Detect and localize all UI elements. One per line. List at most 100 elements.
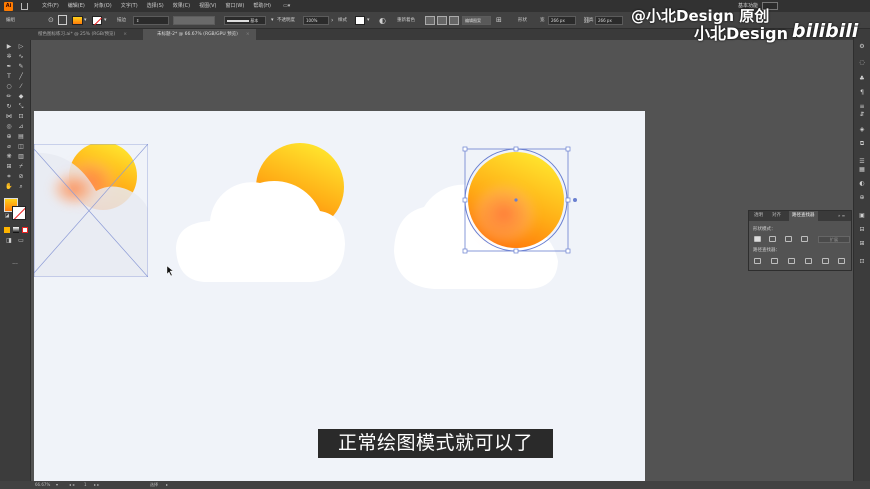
weather-icon-2[interactable]: [176, 143, 345, 282]
ellipse-tool-icon[interactable]: ○: [5, 83, 13, 90]
blend-tool-icon[interactable]: ◫: [17, 143, 25, 150]
close-icon[interactable]: ×: [246, 32, 250, 37]
menu-object[interactable]: 对象(O): [94, 0, 112, 12]
mesh-tool-icon[interactable]: ⊕: [5, 133, 13, 140]
divide-button[interactable]: [754, 258, 761, 264]
unite-button[interactable]: [754, 236, 761, 242]
shape-builder-icon[interactable]: ◎: [5, 123, 13, 130]
menu-help[interactable]: 帮助(H): [253, 0, 271, 12]
chevron-down-icon[interactable]: ▾: [271, 12, 274, 29]
stroke-color-swatch[interactable]: [12, 206, 26, 220]
artboard-tool-icon[interactable]: ⊞: [5, 163, 13, 170]
pen-tool-icon[interactable]: ✒: [5, 63, 13, 70]
minus-front-button[interactable]: [769, 236, 776, 242]
menu-edit[interactable]: 编辑(E): [68, 0, 85, 12]
variable-width-field[interactable]: [173, 16, 215, 25]
default-colors-icon[interactable]: ◪: [3, 213, 11, 220]
curvature-tool-icon[interactable]: ✎: [17, 63, 25, 70]
recolor-artwork-icon[interactable]: ◐: [379, 12, 386, 29]
opacity-field[interactable]: 100%: [303, 16, 329, 25]
menu-type[interactable]: 文字(T): [121, 0, 138, 12]
width-field[interactable]: 266 px: [548, 16, 576, 25]
distribute-icon[interactable]: [449, 16, 459, 25]
rotate-tool-icon[interactable]: ↻: [5, 103, 13, 110]
eraser-icon[interactable]: ⊘: [17, 173, 25, 180]
minus-back-button[interactable]: [838, 258, 845, 264]
transparency-icon[interactable]: ◐: [858, 180, 866, 187]
menu-view[interactable]: 视图(V): [199, 0, 216, 12]
pencil-tool-icon[interactable]: ✏: [5, 93, 13, 100]
crop-icon[interactable]: ⌗: [5, 173, 13, 180]
crop-button[interactable]: [805, 258, 812, 264]
artboard-number[interactable]: 1: [84, 481, 87, 489]
weather-icon-3[interactable]: [394, 146, 577, 289]
isolate-icon[interactable]: [58, 15, 67, 25]
paintbrush-icon[interactable]: ⁄: [17, 83, 25, 90]
close-icon[interactable]: ×: [123, 32, 127, 37]
intersect-button[interactable]: [785, 236, 792, 242]
weather-icon-1[interactable]: [34, 142, 151, 277]
pathfinder-icon[interactable]: ▣: [858, 212, 866, 219]
artboard-nav-icon[interactable]: ◂ ◂: [69, 481, 74, 489]
align-panel-icon[interactable]: ⊟: [858, 226, 866, 233]
gradient-mode-icon[interactable]: [13, 227, 19, 233]
lasso-icon[interactable]: ∿: [17, 53, 25, 60]
scale-tool-icon[interactable]: ⤡: [17, 103, 25, 110]
menu-effect[interactable]: 效果(C): [173, 0, 190, 12]
stroke-swatch[interactable]: [92, 16, 102, 26]
symbols-icon[interactable]: ¶: [858, 89, 866, 96]
tab-transparency[interactable]: 透明: [754, 211, 763, 221]
chevron-down-icon[interactable]: ▾: [84, 12, 87, 29]
height-field[interactable]: 266 px: [595, 16, 623, 25]
width-tool-icon[interactable]: ⋈: [5, 113, 13, 120]
chevron-down-icon[interactable]: ▾: [104, 12, 107, 29]
exclude-button[interactable]: [801, 236, 808, 242]
fill-swatch[interactable]: [72, 16, 83, 25]
arrange-documents-icon[interactable]: ▭▾: [283, 0, 290, 12]
opacity-label[interactable]: 不透明度: [277, 12, 295, 29]
chevron-right-icon[interactable]: ›: [331, 12, 333, 29]
artboard-next-icon[interactable]: ▸ ▸: [94, 481, 99, 489]
tab-align[interactable]: 对齐: [772, 211, 781, 221]
stroke-panel-icon[interactable]: ☰: [858, 158, 866, 165]
slice-tool-icon[interactable]: ⌿: [17, 163, 25, 170]
type-tool-icon[interactable]: T: [5, 73, 13, 80]
zoom-level[interactable]: 66.67%: [35, 481, 50, 489]
eyedropper-icon[interactable]: ⌀: [5, 143, 13, 150]
eraser-tool-icon[interactable]: ◆: [17, 93, 25, 100]
artboard[interactable]: [34, 111, 645, 481]
brushes-icon[interactable]: ♣: [858, 75, 866, 82]
graphic-styles-icon[interactable]: ⊞: [858, 240, 866, 247]
draw-normal-icon[interactable]: ◨: [5, 237, 13, 244]
chevron-down-icon[interactable]: ▾: [56, 481, 58, 489]
chevron-right-icon[interactable]: ▸: [166, 481, 168, 489]
shape-label[interactable]: 形状: [518, 12, 527, 29]
perspective-grid-icon[interactable]: ⊿: [17, 123, 25, 130]
more-tools-icon[interactable]: ···: [11, 261, 19, 268]
transform-icon[interactable]: ⊞: [496, 12, 502, 29]
align-icon[interactable]: [437, 16, 447, 25]
tab-document-2[interactable]: 未标题-2* @ 66.67% (RGB/GPU 预览) ×: [143, 29, 256, 40]
color-mode-icon[interactable]: [4, 227, 10, 233]
outline-button[interactable]: [822, 258, 829, 264]
menu-select[interactable]: 选择(S): [147, 0, 164, 12]
align-to-icon[interactable]: [425, 16, 435, 25]
graphic-style-swatch[interactable]: [355, 16, 365, 25]
transform-panel-icon[interactable]: ≡: [858, 103, 866, 110]
menu-window[interactable]: 窗口(W): [225, 0, 244, 12]
trim-button[interactable]: [771, 258, 778, 264]
screen-mode-icon[interactable]: ▭: [17, 237, 25, 244]
paragraph-icon[interactable]: ⇵: [858, 111, 866, 118]
zoom-tool-icon[interactable]: ⌕: [17, 183, 25, 190]
panel-menu-icon[interactable]: » ≡: [838, 211, 845, 221]
graph-tool-icon[interactable]: ▥: [17, 153, 25, 160]
symbol-sprayer-icon[interactable]: ❋: [5, 153, 13, 160]
direct-selection-tool-icon[interactable]: ▷: [17, 43, 25, 50]
merge-button[interactable]: [788, 258, 795, 264]
stroke-weight-field[interactable]: ⇕: [133, 16, 169, 25]
tab-document-1[interactable]: 橙色图标练习.ai* @ 25% (RGB/预览) ×: [24, 29, 133, 40]
layers-icon[interactable]: ◈: [858, 126, 866, 133]
recolor-icon[interactable]: ⊙: [48, 12, 54, 29]
edit-pattern-button[interactable]: 编辑图案: [462, 16, 491, 25]
asset-export-icon[interactable]: ⊡: [858, 258, 866, 265]
